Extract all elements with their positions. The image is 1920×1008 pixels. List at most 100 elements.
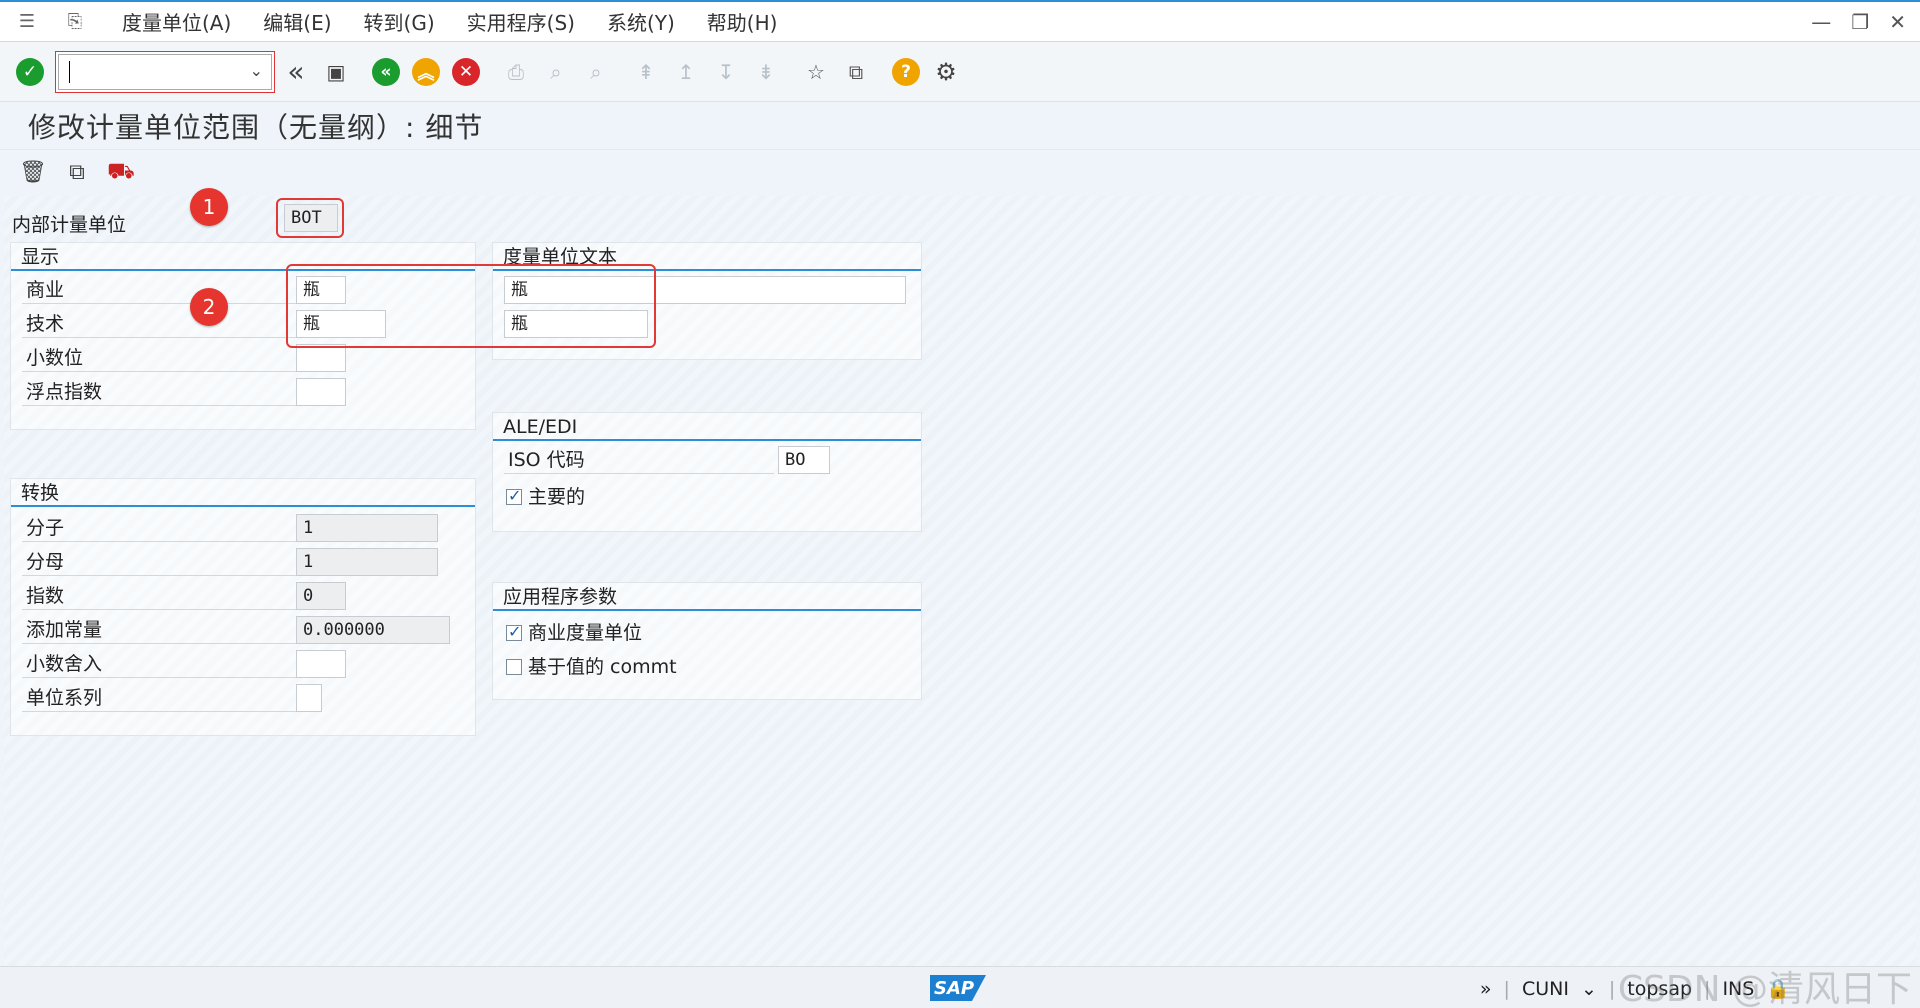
exponent-row: 指数 bbox=[22, 582, 302, 610]
unit-family-field[interactable] bbox=[296, 684, 322, 712]
menu-item-goto[interactable]: 转到(G) bbox=[364, 7, 435, 36]
decimal-rounding-label: 小数舍入 bbox=[26, 653, 103, 675]
commercial-unit-label: 商业度量单位 bbox=[528, 622, 643, 644]
numerator-field[interactable]: 1 bbox=[296, 514, 438, 542]
settings-gear-icon[interactable]: ⚙ bbox=[930, 56, 962, 88]
display-row-exponent: 浮点指数 bbox=[22, 378, 302, 406]
help-button[interactable]: ? bbox=[890, 56, 922, 88]
exponent-label: 指数 bbox=[26, 585, 65, 607]
back-button[interactable]: « bbox=[370, 56, 402, 88]
ale-edi-header: ALE/EDI bbox=[493, 413, 921, 441]
enter-button[interactable]: ✓ bbox=[14, 56, 46, 88]
collapse-icon[interactable]: « bbox=[280, 55, 312, 88]
annotation-marker-1: 1 bbox=[190, 188, 228, 226]
display-row-decimals: 小数位 bbox=[22, 344, 302, 372]
transaction-dropdown-icon[interactable]: ⌄ bbox=[1581, 978, 1597, 1000]
menu-bar: ☰ ⎘ 度量单位(A) 编辑(E) 转到(G) 实用程序(S) 系统(Y) 帮助… bbox=[0, 0, 1920, 42]
next-page-icon[interactable]: ↧ bbox=[710, 56, 742, 88]
print-icon[interactable]: ⎙ bbox=[500, 56, 532, 88]
close-window-icon[interactable]: ✕ bbox=[1889, 10, 1906, 34]
minimize-icon[interactable]: — bbox=[1811, 10, 1831, 34]
application-parameters-header: 应用程序参数 bbox=[493, 583, 921, 611]
denominator-row: 分母 bbox=[22, 548, 302, 576]
float-exponent-field[interactable] bbox=[296, 378, 346, 406]
primary-label: 主要的 bbox=[528, 486, 586, 508]
main-content: 内部计量单位 BOT 1 显示 商业 瓶 技术 瓶 小数位 浮点指数 2 度量单… bbox=[4, 188, 1916, 966]
status-divider: | bbox=[1608, 977, 1616, 1000]
command-field[interactable]: ⌄ bbox=[58, 53, 272, 90]
menu-item-help[interactable]: 帮助(H) bbox=[707, 7, 778, 36]
commercial-unit-checkbox[interactable] bbox=[506, 622, 522, 641]
decimal-rounding-row: 小数舍入 bbox=[22, 650, 302, 678]
display-row-technical: 技术 bbox=[22, 310, 302, 338]
last-page-icon[interactable]: ⇟ bbox=[750, 56, 782, 88]
additive-constant-label: 添加常量 bbox=[26, 619, 103, 641]
status-divider: | bbox=[1503, 977, 1510, 1000]
find-next-icon[interactable]: ⌕ bbox=[580, 56, 612, 88]
decimal-rounding-field[interactable] bbox=[296, 650, 346, 678]
application-toolbar: 🗑 ⧉ ⛟ bbox=[0, 149, 1920, 195]
value-based-commitment-checkbox-row[interactable]: 基于值的 commt bbox=[506, 652, 677, 679]
additive-constant-row: 添加常量 bbox=[22, 616, 302, 644]
value-based-commitment-label: 基于值的 commt bbox=[528, 656, 677, 678]
display-row-commercial: 商业 bbox=[22, 276, 302, 304]
text-caret bbox=[69, 60, 70, 83]
primary-checkbox[interactable] bbox=[506, 486, 522, 505]
commercial-label: 商业 bbox=[26, 279, 65, 301]
expand-status-icon[interactable]: » bbox=[1480, 978, 1492, 1000]
delete-trash-icon[interactable]: 🗑 bbox=[18, 158, 48, 188]
sap-logo: SAP bbox=[930, 975, 986, 1001]
transaction-code: CUNI bbox=[1521, 977, 1569, 1000]
transport-truck-icon[interactable]: ⛟ bbox=[106, 158, 136, 188]
help-icon: ? bbox=[892, 57, 920, 86]
primary-checkbox-row[interactable]: 主要的 bbox=[506, 482, 585, 509]
page-title: 修改计量单位范围（无量纲）: 细节 bbox=[28, 111, 484, 144]
value-based-commitment-checkbox[interactable] bbox=[506, 659, 522, 675]
copy-icon[interactable]: ⧉ bbox=[62, 158, 92, 188]
standard-toolbar: ✓ ⌄ « ▣ « ︽ ✕ ⎙ ⌕ ⌕ ⇞ ↥ ↧ ⇟ ☆ ⧉ ? ⚙ bbox=[0, 42, 1920, 102]
denominator-field[interactable]: 1 bbox=[296, 548, 438, 576]
restore-icon[interactable]: ❐ bbox=[1851, 10, 1869, 34]
cancel-icon: ✕ bbox=[452, 57, 480, 86]
exit-icon: ︽ bbox=[412, 57, 440, 86]
back-icon: « bbox=[372, 57, 400, 86]
menu-item-edit[interactable]: 编辑(E) bbox=[263, 7, 331, 36]
decimals-field[interactable] bbox=[296, 344, 346, 372]
checkmark-icon: ✓ bbox=[16, 57, 44, 86]
new-session-icon[interactable]: ☆ bbox=[800, 56, 832, 88]
numerator-row: 分子 bbox=[22, 514, 302, 542]
unit-family-label: 单位系列 bbox=[26, 687, 103, 709]
annotation-marker-2: 2 bbox=[190, 288, 228, 326]
previous-page-icon[interactable]: ↥ bbox=[670, 56, 702, 88]
first-page-icon[interactable]: ⇞ bbox=[630, 56, 662, 88]
chevron-down-icon[interactable]: ⌄ bbox=[250, 61, 263, 80]
iso-code-row: ISO 代码 bbox=[504, 446, 774, 474]
denominator-label: 分母 bbox=[26, 551, 65, 573]
window-controls: — ❐ ✕ bbox=[1811, 10, 1906, 34]
system-menu-icon[interactable]: ☰ bbox=[12, 11, 42, 33]
title-bar: 修改计量单位范围（无量纲）: 细节 bbox=[0, 103, 1920, 149]
menu-item-unit[interactable]: 度量单位(A) bbox=[122, 7, 231, 36]
shortcut-icon[interactable]: ⧉ bbox=[840, 56, 872, 88]
commercial-unit-checkbox-row[interactable]: 商业度量单位 bbox=[506, 618, 642, 645]
iso-code-field[interactable]: BO bbox=[778, 446, 830, 474]
menu-item-system[interactable]: 系统(Y) bbox=[607, 7, 675, 36]
exponent-field[interactable]: 0 bbox=[296, 582, 346, 610]
menu-item-utilities[interactable]: 实用程序(S) bbox=[467, 7, 575, 36]
exit-button[interactable]: ︽ bbox=[410, 56, 442, 88]
save-icon[interactable]: ▣ bbox=[320, 56, 352, 88]
annotation-box-1 bbox=[276, 198, 344, 238]
internal-unit-label: 内部计量单位 bbox=[12, 214, 127, 236]
technical-label: 技术 bbox=[26, 313, 65, 335]
find-icon[interactable]: ⌕ bbox=[540, 56, 572, 88]
unit-family-row: 单位系列 bbox=[22, 684, 302, 712]
cancel-button[interactable]: ✕ bbox=[450, 56, 482, 88]
numerator-label: 分子 bbox=[26, 517, 65, 539]
annotation-box-2 bbox=[286, 264, 656, 348]
iso-code-label: ISO 代码 bbox=[508, 449, 585, 471]
customize-icon[interactable]: ⎘ bbox=[60, 11, 90, 33]
additive-constant-field[interactable]: 0.000000 bbox=[296, 616, 450, 644]
watermark: CSDN @清风日下 bbox=[1617, 969, 1912, 1008]
float-exponent-label: 浮点指数 bbox=[26, 381, 103, 403]
decimals-label: 小数位 bbox=[26, 347, 84, 369]
